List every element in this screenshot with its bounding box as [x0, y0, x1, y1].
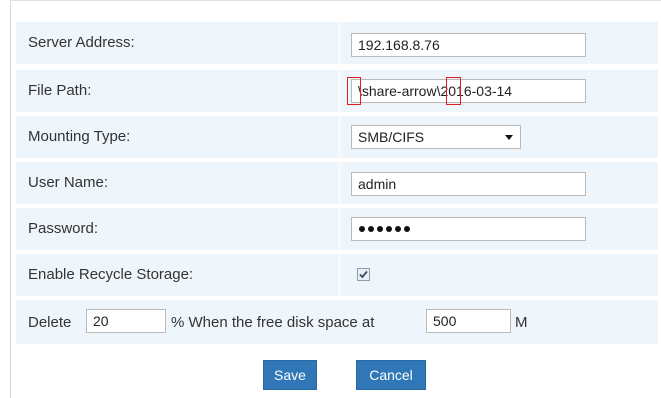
password-row: Password: [16, 208, 658, 250]
checkmark-icon [359, 270, 368, 279]
chevron-down-icon [505, 135, 513, 140]
password-dot [386, 226, 392, 232]
server-address-row: Server Address: 192.168.8.76 [16, 22, 658, 64]
delete-percent-input[interactable]: 20 [86, 309, 166, 333]
mounting-type-label: Mounting Type: [28, 128, 131, 145]
server-address-label: Server Address: [28, 34, 135, 51]
recycle-storage-checkbox[interactable] [357, 268, 370, 281]
password-dot [359, 226, 365, 232]
file-path-share: share-arrow [361, 83, 437, 99]
file-path-label: File Path: [28, 82, 92, 99]
highlight-marker-second-separator [446, 77, 461, 105]
password-label: Password: [28, 220, 99, 237]
delete-prefix-text: Delete [28, 314, 72, 331]
password-input[interactable] [351, 217, 586, 241]
password-dot [395, 226, 401, 232]
server-address-input[interactable]: 192.168.8.76 [351, 33, 586, 57]
password-dot [377, 226, 383, 232]
password-dot [404, 226, 410, 232]
free-space-unit: M [515, 314, 528, 331]
mounting-type-select[interactable]: SMB/CIFS [351, 125, 521, 149]
file-path-input[interactable]: \share-arrow\2016-03-14 [351, 79, 586, 103]
recycle-storage-row: Enable Recycle Storage: [16, 254, 658, 296]
recycle-storage-label: Enable Recycle Storage: [28, 266, 194, 283]
user-name-label: User Name: [28, 174, 109, 191]
file-path-row: File Path: \share-arrow\2016-03-14 [16, 70, 658, 112]
delete-rule-row: Delete 20 % When the free disk space at … [16, 300, 658, 344]
user-name-row: User Name: admin [16, 162, 658, 204]
password-dot [368, 226, 374, 232]
cancel-button[interactable]: Cancel [356, 360, 426, 390]
free-space-input[interactable]: 500 [426, 309, 511, 333]
delete-middle-text: % When the free disk space at [171, 314, 375, 331]
highlight-marker-first-separator [347, 77, 361, 105]
user-name-input[interactable]: admin [351, 172, 586, 196]
password-mask [359, 226, 410, 232]
mounting-type-value: SMB/CIFS [358, 129, 425, 145]
save-button[interactable]: Save [263, 360, 317, 390]
mounting-type-row: Mounting Type: SMB/CIFS [16, 116, 658, 158]
